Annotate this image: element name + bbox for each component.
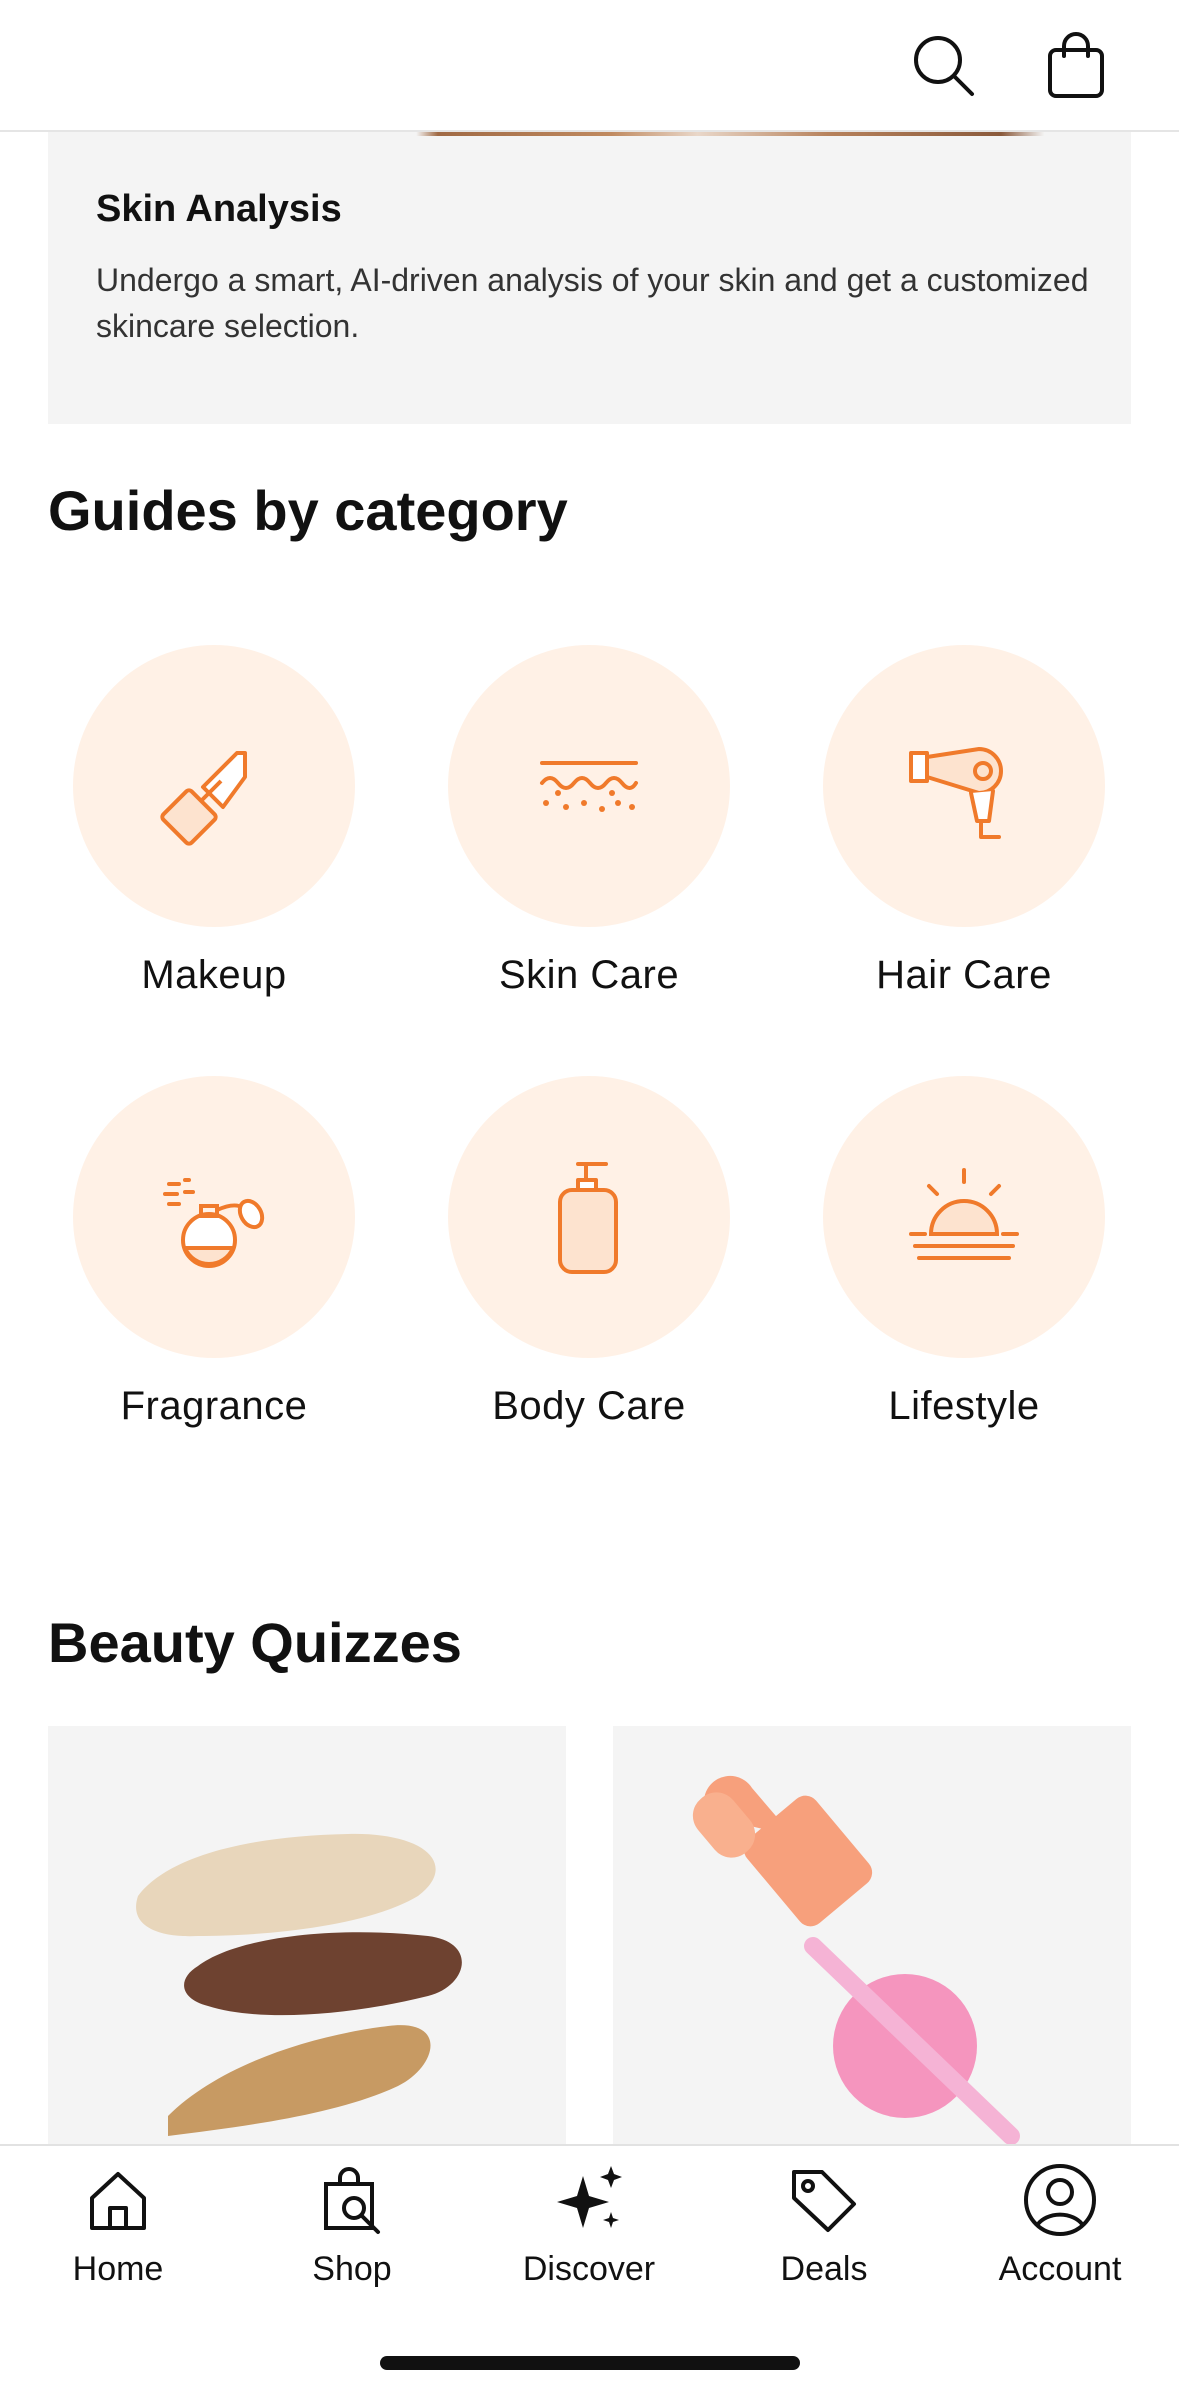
skin-analysis-title: Skin Analysis: [96, 188, 342, 230]
nav-label: Discover: [522, 2250, 656, 2288]
nav-deals[interactable]: Deals: [724, 2160, 924, 2289]
nav-account[interactable]: Account: [960, 2160, 1160, 2289]
quizzes-section-title: Beauty Quizzes: [48, 1611, 462, 1674]
account-icon: [1024, 2164, 1096, 2236]
category-hair-care[interactable]: Hair Care: [814, 645, 1114, 998]
skin-analysis-card[interactable]: Skin Analysis Undergo a smart, AI-driven…: [48, 136, 1131, 424]
cart-button[interactable]: [1040, 30, 1112, 102]
quiz-card-foundation[interactable]: [48, 1726, 566, 2146]
category-lifestyle[interactable]: Lifestyle: [814, 1076, 1114, 1429]
category-fragrance[interactable]: Fragrance: [64, 1076, 364, 1429]
tag-icon: [792, 2170, 856, 2232]
top-bar: [0, 0, 1179, 132]
shopping-bag-icon: [1048, 32, 1104, 98]
category-label: Hair Care: [876, 953, 1052, 997]
skin-layers-icon: [540, 761, 638, 812]
category-makeup[interactable]: Makeup: [64, 645, 364, 998]
nav-label: Account: [998, 2250, 1122, 2288]
nav-shop[interactable]: Shop: [252, 2160, 452, 2289]
sparkles-icon: [557, 2166, 622, 2228]
serum-dropper-image: [692, 1775, 1020, 2145]
category-label: Lifestyle: [888, 1384, 1040, 1428]
nav-label: Deals: [780, 2250, 868, 2288]
category-label: Skin Care: [498, 953, 680, 997]
perfume-bottle-icon: [163, 1178, 265, 1268]
nav-home[interactable]: Home: [18, 2160, 218, 2289]
lipstick-icon: [160, 751, 247, 846]
home-icon: [90, 2172, 146, 2230]
nav-discover[interactable]: Discover: [489, 2160, 689, 2289]
category-label: Fragrance: [120, 1384, 308, 1428]
home-indicator: [380, 2356, 800, 2370]
discover-page: Skin Analysis Undergo a smart, AI-driven…: [0, 0, 1179, 2396]
category-label: Makeup: [141, 953, 287, 997]
sunrise-icon: [909, 1168, 1019, 1260]
search-icon: [914, 36, 974, 96]
category-body-care[interactable]: Body Care: [439, 1076, 739, 1429]
search-button[interactable]: [908, 30, 980, 102]
quiz-card-serum[interactable]: [613, 1726, 1131, 2146]
nav-label: Shop: [312, 2250, 392, 2288]
hair-dryer-icon: [909, 747, 1003, 839]
shop-bag-search-icon: [324, 2167, 380, 2234]
nav-label: Home: [72, 2250, 164, 2288]
category-label: Body Care: [492, 1384, 686, 1428]
foundation-swatches-image: [136, 1833, 462, 2136]
skin-analysis-description: Undergo a smart, AI-driven analysis of y…: [96, 262, 1089, 344]
category-skin-care[interactable]: Skin Care: [439, 645, 739, 998]
guides-section-title: Guides by category: [48, 479, 568, 542]
pump-bottle-icon: [558, 1162, 618, 1274]
